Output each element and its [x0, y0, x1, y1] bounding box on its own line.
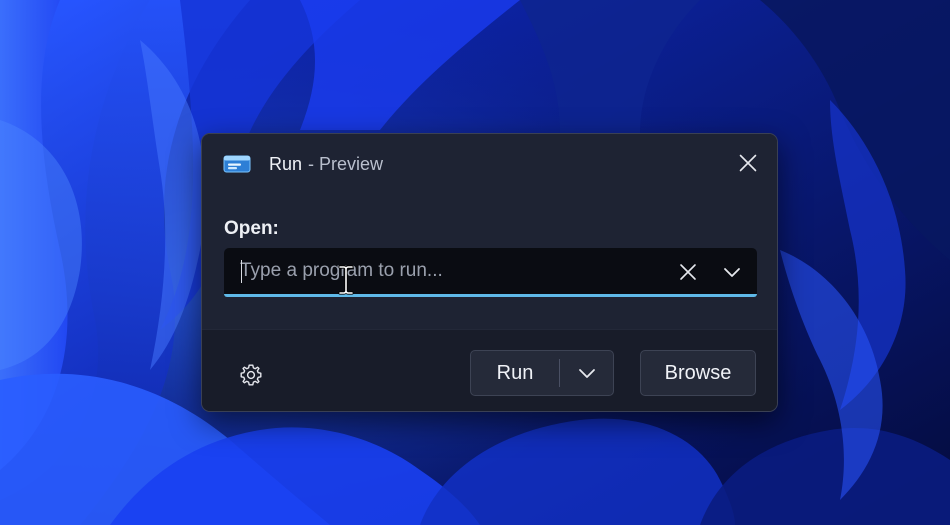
open-label: Open: [224, 218, 279, 239]
clear-button[interactable] [672, 256, 704, 288]
close-icon [680, 264, 696, 280]
close-icon [739, 154, 757, 172]
history-dropdown-button[interactable] [716, 256, 748, 288]
chevron-down-icon [579, 369, 595, 378]
run-app-icon [223, 155, 251, 173]
run-button[interactable]: Run [471, 351, 559, 395]
dialog-footer: Run Browse [202, 329, 777, 411]
open-input[interactable] [240, 248, 660, 294]
run-dialog: Run - Preview Open: Type a program to ru… [201, 133, 778, 412]
gear-icon [240, 364, 262, 386]
window-title: Run - Preview [269, 154, 383, 175]
run-options-button[interactable] [560, 351, 614, 395]
close-button[interactable] [730, 146, 766, 180]
dialog-body: Run - Preview Open: [202, 134, 777, 329]
browse-button[interactable]: Browse [640, 350, 756, 396]
chevron-down-icon [724, 268, 740, 277]
run-split-button: Run [470, 350, 614, 396]
window-title-name: Run [269, 154, 303, 174]
open-combobox[interactable] [224, 248, 757, 297]
desktop: Run - Preview Open: Type a program to ru… [0, 0, 950, 525]
settings-button[interactable] [231, 355, 271, 395]
text-caret [241, 260, 242, 283]
title-bar: Run - Preview [202, 134, 777, 194]
window-title-subtitle: - Preview [308, 154, 384, 174]
